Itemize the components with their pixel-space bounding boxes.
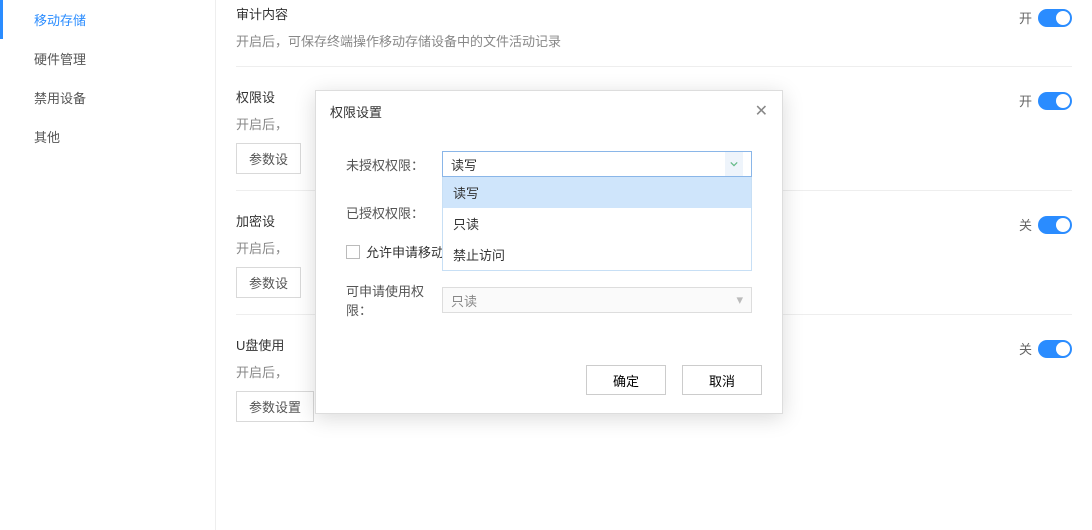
unauth-dropdown: 读写 只读 禁止访问 — [442, 177, 752, 271]
section-encrypt-toggle[interactable] — [1038, 216, 1072, 234]
sidebar-item-mobile-storage[interactable]: 移动存储 — [0, 0, 215, 39]
sidebar-item-hardware[interactable]: 硬件管理 — [0, 39, 215, 78]
section-audit-title: 审计内容 — [236, 4, 288, 23]
applicable-select-value: 只读 — [451, 291, 477, 310]
section-udisk-title: U盘使用 — [236, 335, 284, 354]
section-perm-toggle[interactable] — [1038, 92, 1072, 110]
sidebar-item-other[interactable]: 其他 — [0, 117, 215, 156]
section-perm-title: 权限设 — [236, 87, 275, 106]
unauth-select[interactable]: 读写 — [442, 151, 752, 177]
section-encrypt-param-button[interactable]: 参数设 — [236, 267, 301, 298]
section-encrypt-title: 加密设 — [236, 211, 275, 230]
sidebar: 移动存储 硬件管理 禁用设备 其他 — [0, 0, 216, 530]
section-udisk-param-button[interactable]: 参数设置 — [236, 391, 314, 422]
sidebar-item-disable-device[interactable]: 禁用设备 — [0, 78, 215, 117]
section-encrypt-toggle-text: 关 — [1019, 215, 1032, 234]
ok-button[interactable]: 确定 — [586, 365, 666, 395]
applicable-select[interactable]: 只读 ▾ — [442, 287, 752, 313]
section-udisk-toggle-text: 关 — [1019, 339, 1032, 358]
section-perm-param-button[interactable]: 参数设 — [236, 143, 301, 174]
unauth-option-deny[interactable]: 禁止访问 — [443, 239, 751, 270]
chevron-down-icon — [725, 152, 743, 176]
section-udisk-toggle[interactable] — [1038, 340, 1072, 358]
allow-apply-checkbox[interactable] — [346, 245, 360, 259]
cancel-button[interactable]: 取消 — [682, 365, 762, 395]
section-audit-toggle[interactable] — [1038, 9, 1072, 27]
authed-label: 已授权权限： — [346, 203, 442, 222]
applicable-label: 可申请使用权限： — [346, 281, 442, 319]
modal-permission-settings: 权限设置 ✕ 未授权权限： 读写 读写 只读 禁止访问 — [315, 90, 783, 414]
unauth-option-ro[interactable]: 只读 — [443, 208, 751, 239]
close-icon[interactable]: ✕ — [755, 101, 768, 121]
unauth-option-rw[interactable]: 读写 — [443, 177, 751, 208]
section-audit-toggle-text: 开 — [1019, 8, 1032, 27]
section-audit-desc: 开启后，可保存终端操作移动存储设备中的文件活动记录 — [236, 31, 1072, 50]
chevron-down-icon: ▾ — [736, 292, 743, 308]
unauth-label: 未授权权限： — [346, 155, 442, 174]
modal-title: 权限设置 — [330, 102, 382, 121]
unauth-select-value: 读写 — [451, 155, 477, 174]
section-perm-toggle-text: 开 — [1019, 91, 1032, 110]
